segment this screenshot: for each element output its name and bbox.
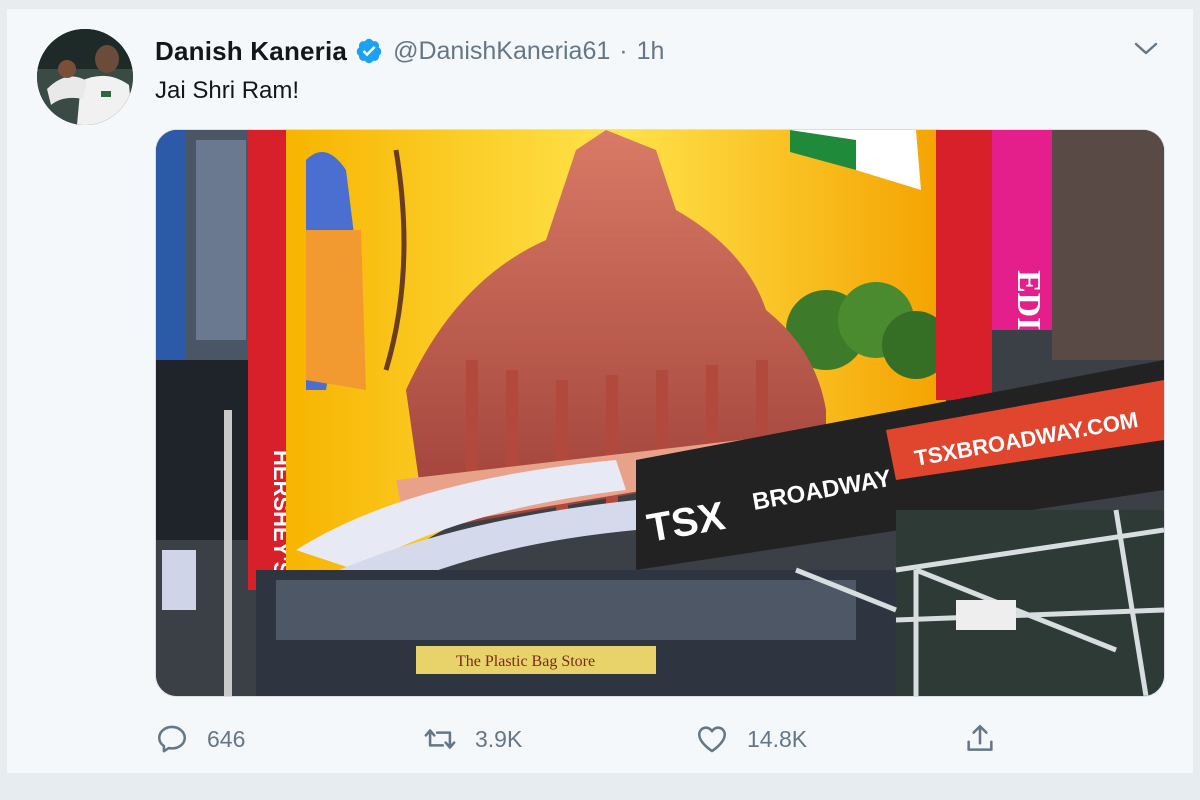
store-sign-text: The Plastic Bag Store <box>456 653 595 670</box>
tweet-actions: 646 3.9K 14.8K <box>155 719 1015 759</box>
retweet-button[interactable]: 3.9K <box>423 719 522 759</box>
chevron-down-icon[interactable] <box>1133 39 1159 59</box>
reply-count: 646 <box>207 725 246 752</box>
tweet-timestamp[interactable]: 1h <box>637 37 665 66</box>
reply-button[interactable]: 646 <box>155 719 245 759</box>
share-button[interactable] <box>963 719 997 759</box>
avatar-photo <box>37 29 133 125</box>
times-square-billboard-photo: HERSHEY'S EDI TSXBROADWAY.COM BROADWAY T… <box>156 130 1164 696</box>
display-name[interactable]: Danish Kaneria <box>155 36 347 67</box>
tweet-header: Danish Kaneria @DanishKaneria61 · 1h <box>155 31 664 71</box>
tweet-card[interactable]: Danish Kaneria @DanishKaneria61 · 1h Jai… <box>6 8 1194 774</box>
retweet-count: 3.9K <box>475 725 523 752</box>
like-button[interactable]: 14.8K <box>695 719 807 759</box>
separator-dot: · <box>619 36 628 65</box>
avatar[interactable] <box>37 29 133 125</box>
heart-icon <box>697 726 727 753</box>
verified-badge-icon <box>355 37 383 65</box>
user-handle[interactable]: @DanishKaneria61 <box>393 37 610 66</box>
tweet-text: Jai Shri Ram! <box>155 77 300 104</box>
share-icon <box>967 724 993 751</box>
page: Danish Kaneria @DanishKaneria61 · 1h Jai… <box>0 0 1200 800</box>
reply-icon <box>157 725 187 753</box>
bottom-divider <box>0 775 1200 800</box>
like-count: 14.8K <box>747 725 808 752</box>
tweet-media-image[interactable]: HERSHEY'S EDI TSXBROADWAY.COM BROADWAY T… <box>155 129 1165 697</box>
banner-text-pink: EDI <box>1010 270 1047 330</box>
retweet-icon <box>424 729 456 749</box>
